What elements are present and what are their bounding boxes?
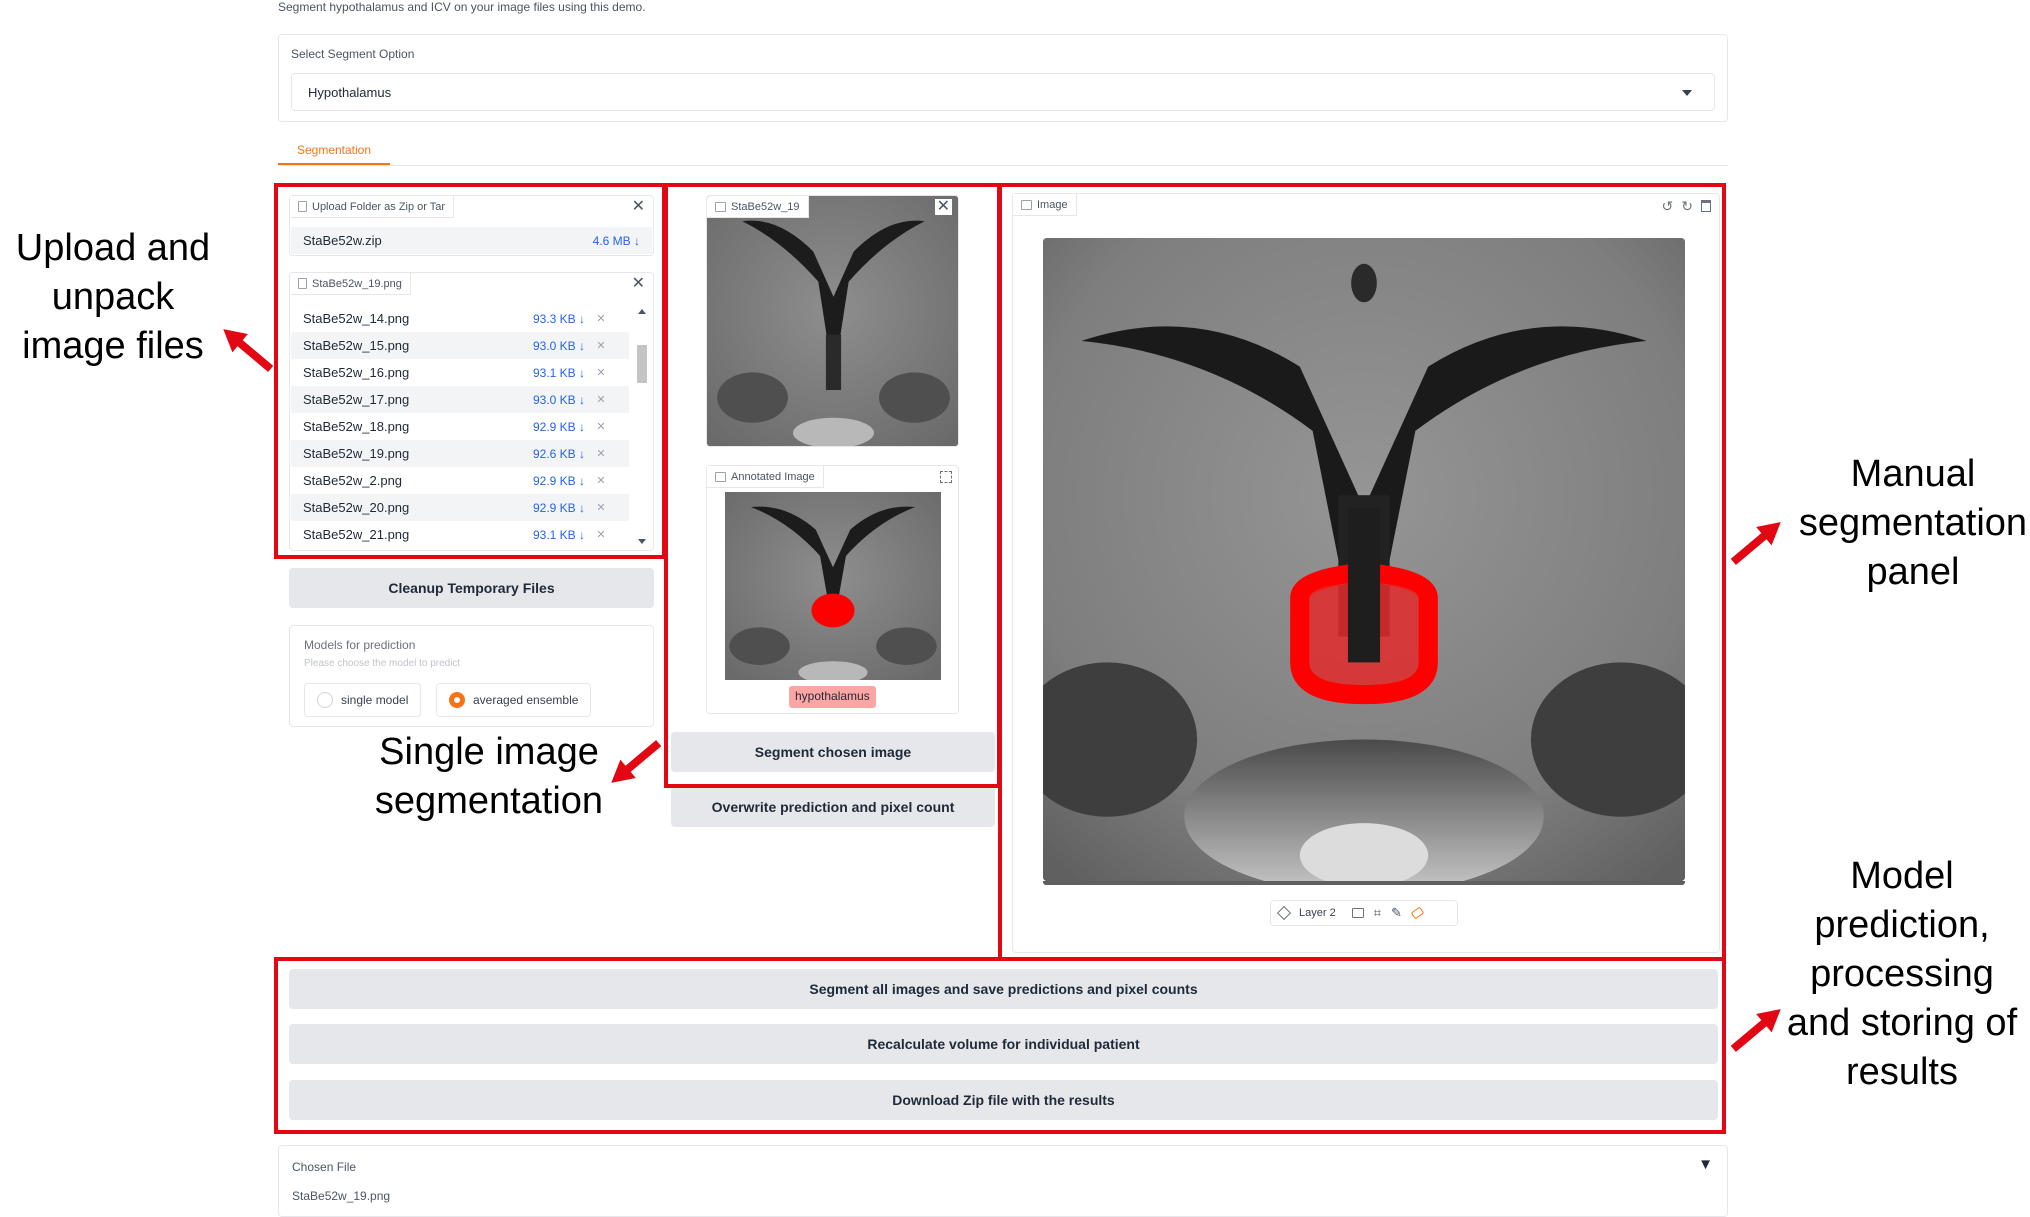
single-image-highlight-box bbox=[664, 183, 1001, 788]
models-label: Models for prediction bbox=[304, 638, 416, 652]
radio-circle-selected bbox=[449, 692, 465, 708]
chosen-file-panel: Chosen File StaBe52w_19.png ▼ bbox=[278, 1145, 1728, 1217]
segment-option-block: Select Segment Option Hypothalamus bbox=[278, 34, 1728, 122]
chosen-file-value: StaBe52w_19.png bbox=[292, 1189, 391, 1203]
manual-annotation: Manual segmentation panel bbox=[1798, 453, 2028, 593]
single-annotation: Single image segmentation bbox=[374, 731, 604, 822]
caret-down-icon bbox=[1682, 90, 1692, 96]
overwrite-button[interactable]: Overwrite prediction and pixel count bbox=[671, 787, 995, 827]
model-actions-highlight-box bbox=[274, 957, 1726, 1134]
manual-panel-highlight-box bbox=[998, 183, 1726, 961]
radio-averaged-ensemble[interactable]: averaged ensemble bbox=[436, 683, 592, 717]
radio-single-model[interactable]: single model bbox=[304, 683, 422, 717]
tab-divider bbox=[278, 165, 1728, 166]
segment-option-dropdown[interactable]: Hypothalamus bbox=[291, 73, 1715, 111]
models-info: Please choose the model to predict bbox=[304, 658, 461, 669]
segment-option-value: Hypothalamus bbox=[308, 85, 392, 100]
segment-option-label: Select Segment Option bbox=[291, 47, 415, 61]
chosen-file-toggle-icon[interactable]: ▼ bbox=[1698, 1156, 1713, 1173]
upload-highlight-box bbox=[274, 183, 666, 559]
cleanup-button[interactable]: Cleanup Temporary Files bbox=[289, 568, 654, 608]
arrow-icon bbox=[1730, 522, 1781, 565]
model-annotation: Model prediction, processing and storing… bbox=[1786, 855, 2018, 1093]
models-panel: Models for prediction Please choose the … bbox=[289, 625, 654, 727]
upload-annotation: Upload and unpack image files bbox=[15, 227, 211, 367]
page-subtitle: Segment hypothalamus and ICV on your ima… bbox=[278, 0, 646, 14]
radio-circle bbox=[317, 692, 333, 708]
radio-single-model-label: single model bbox=[341, 693, 409, 707]
tab-segmentation[interactable]: Segmentation bbox=[278, 139, 390, 165]
chosen-file-label: Chosen File bbox=[292, 1160, 357, 1174]
radio-averaged-ensemble-label: averaged ensemble bbox=[473, 693, 579, 707]
